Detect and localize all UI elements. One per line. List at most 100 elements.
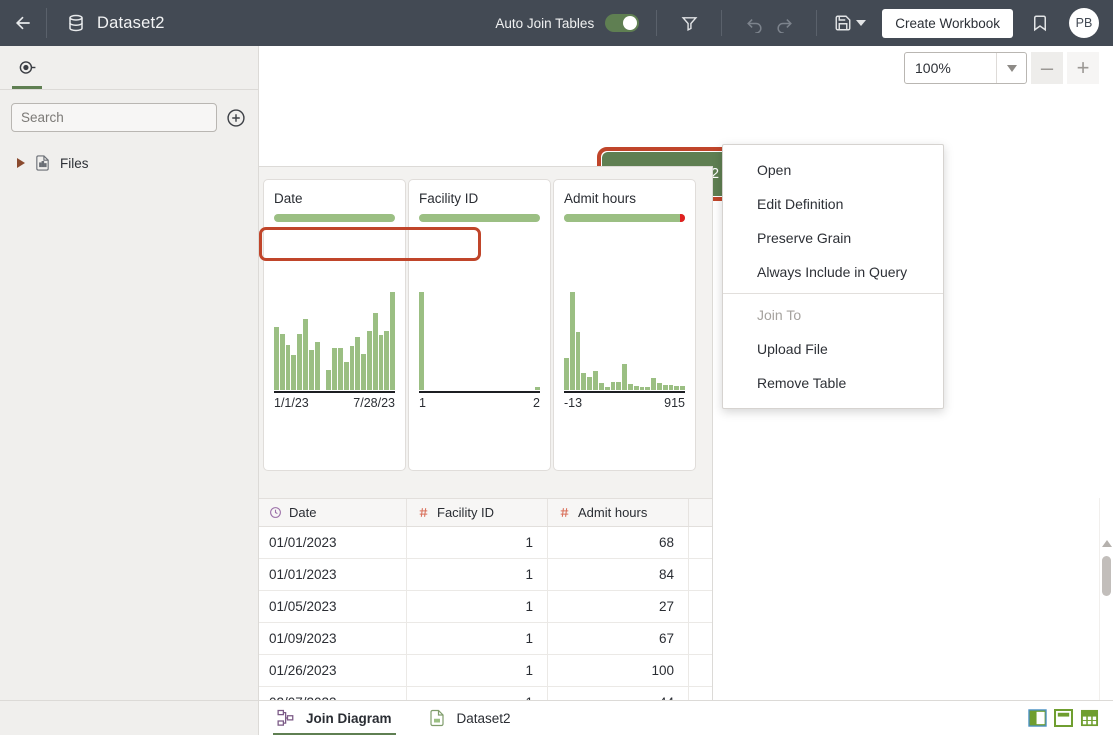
histogram-bar xyxy=(616,382,621,390)
tab-label: Dataset2 xyxy=(457,711,511,726)
table-cell: 01/05/2023 xyxy=(259,591,407,622)
histogram-bars xyxy=(564,292,685,390)
table-column-header[interactable]: Date xyxy=(259,499,407,526)
histogram-bar xyxy=(599,383,604,390)
zoom-level-value: 100% xyxy=(905,60,996,76)
funnel-icon xyxy=(681,15,698,32)
histogram-bar xyxy=(576,332,581,390)
caret-shape xyxy=(1007,65,1017,72)
context-menu-item-remove-table[interactable]: Remove Table xyxy=(723,366,943,400)
filter-button[interactable] xyxy=(674,8,704,38)
triangle-right-icon[interactable] xyxy=(17,158,25,168)
avatar[interactable]: PB xyxy=(1069,8,1099,38)
histogram-bar xyxy=(634,386,639,390)
context-menu-item-preserve-grain[interactable]: Preserve Grain xyxy=(723,221,943,255)
histogram-bar xyxy=(303,319,308,390)
histogram-bar xyxy=(291,355,296,390)
tab-join-diagram[interactable]: Join Diagram xyxy=(259,701,410,735)
auto-join-toggle[interactable] xyxy=(605,14,639,32)
plus-circle-icon[interactable] xyxy=(226,108,246,128)
histogram-bar xyxy=(332,348,337,390)
table-cell: 84 xyxy=(548,559,689,590)
column-card-date[interactable]: Date 1/1/23 7/28/23 xyxy=(263,179,406,471)
histogram-bar xyxy=(315,342,320,390)
create-workbook-button[interactable]: Create Workbook xyxy=(882,9,1013,38)
table-context-menu: OpenEdit DefinitionPreserve GrainAlways … xyxy=(722,144,944,409)
sidebar-item-label: Files xyxy=(60,156,89,171)
back-button[interactable] xyxy=(0,0,46,46)
file-data-icon xyxy=(34,154,51,172)
undo-button[interactable] xyxy=(739,8,769,38)
redo-button[interactable] xyxy=(769,8,799,38)
context-menu-item-open[interactable]: Open xyxy=(723,153,943,187)
table-cell: 1 xyxy=(407,559,548,590)
column-card-facility-id[interactable]: Facility ID 1 2 xyxy=(408,179,551,471)
histogram-ticks: -13 915 xyxy=(564,396,685,410)
histogram-bar xyxy=(570,292,575,390)
table-column-label: Admit hours xyxy=(578,505,647,520)
tick-max: 915 xyxy=(664,396,685,410)
scroll-thumb[interactable] xyxy=(1102,556,1111,596)
histogram-bar xyxy=(640,387,645,390)
zoom-in-button[interactable]: + xyxy=(1067,52,1099,84)
histogram-bar xyxy=(355,337,360,390)
histogram-bar xyxy=(593,371,598,390)
table-row[interactable]: 01/01/2023184 xyxy=(259,559,712,591)
save-button[interactable] xyxy=(834,14,866,32)
bottom-tabs: Join Diagram Dataset2 xyxy=(259,701,529,735)
histogram-bar xyxy=(645,387,650,390)
table-column-label: Facility ID xyxy=(437,505,494,520)
histogram-bar xyxy=(373,313,378,390)
hash-icon xyxy=(417,506,430,519)
zoom-level-select[interactable]: 100% xyxy=(904,52,1027,84)
table-column-header[interactable]: Facility ID xyxy=(407,499,548,526)
histogram-bar xyxy=(611,382,616,390)
bookmark-button[interactable] xyxy=(1025,8,1055,38)
context-menu-item-always-include-in-query[interactable]: Always Include in Query xyxy=(723,255,943,289)
histogram-bar xyxy=(564,358,569,390)
triangle-up-icon[interactable] xyxy=(1102,540,1112,547)
histogram-bar xyxy=(535,387,540,390)
app-header: Dataset2 Auto Join Tables xyxy=(0,0,1113,46)
active-tab-indicator xyxy=(12,86,42,89)
column-quality-bar xyxy=(564,214,685,222)
histogram-bars xyxy=(274,292,395,390)
table-row[interactable]: 01/26/20231100 xyxy=(259,655,712,687)
layout-top-panel-icon[interactable] xyxy=(1054,709,1073,727)
histogram-bars xyxy=(419,292,540,390)
quality-good-segment xyxy=(274,214,395,222)
chevron-down-icon[interactable] xyxy=(996,53,1026,83)
search-input[interactable] xyxy=(11,103,217,132)
histogram-axis xyxy=(274,391,395,393)
table-row[interactable]: 01/05/2023127 xyxy=(259,591,712,623)
quality-good-segment xyxy=(564,214,680,222)
toggle-knob xyxy=(623,16,637,30)
column-card-title: Facility ID xyxy=(419,191,540,206)
page-title: Dataset2 xyxy=(97,14,165,33)
layout-toggles xyxy=(1028,709,1113,727)
zoom-out-button[interactable]: – xyxy=(1031,52,1063,84)
sidebar-tab-connections[interactable] xyxy=(0,45,54,89)
column-histogram xyxy=(274,292,395,390)
histogram-ticks: 1/1/23 7/28/23 xyxy=(274,396,395,410)
tab-dataset2[interactable]: Dataset2 xyxy=(410,701,529,735)
table-column-label: Date xyxy=(289,505,316,520)
layout-left-panel-icon[interactable] xyxy=(1028,709,1047,727)
layout-grid-icon[interactable] xyxy=(1080,709,1099,727)
column-card-admit-hours[interactable]: Admit hours -13 915 xyxy=(553,179,696,471)
context-menu-item-upload-file[interactable]: Upload File xyxy=(723,332,943,366)
table-cell: 27 xyxy=(548,591,689,622)
sidebar-item-files[interactable]: Files xyxy=(17,152,258,174)
histogram-bar xyxy=(419,292,424,390)
join-diagram-icon xyxy=(277,709,295,727)
sidebar-tabs xyxy=(0,46,258,90)
context-menu-item-edit-definition[interactable]: Edit Definition xyxy=(723,187,943,221)
auto-join-label: Auto Join Tables xyxy=(495,16,594,31)
table-column-header[interactable]: Admit hours xyxy=(548,499,689,526)
tool-divider-1 xyxy=(656,10,657,36)
table-row[interactable]: 01/09/2023167 xyxy=(259,623,712,655)
bottom-bar-sidebar-spacer xyxy=(0,701,259,735)
histogram-bar xyxy=(628,384,633,390)
table-cell: 01/26/2023 xyxy=(259,655,407,686)
table-row[interactable]: 01/01/2023168 xyxy=(259,527,712,559)
